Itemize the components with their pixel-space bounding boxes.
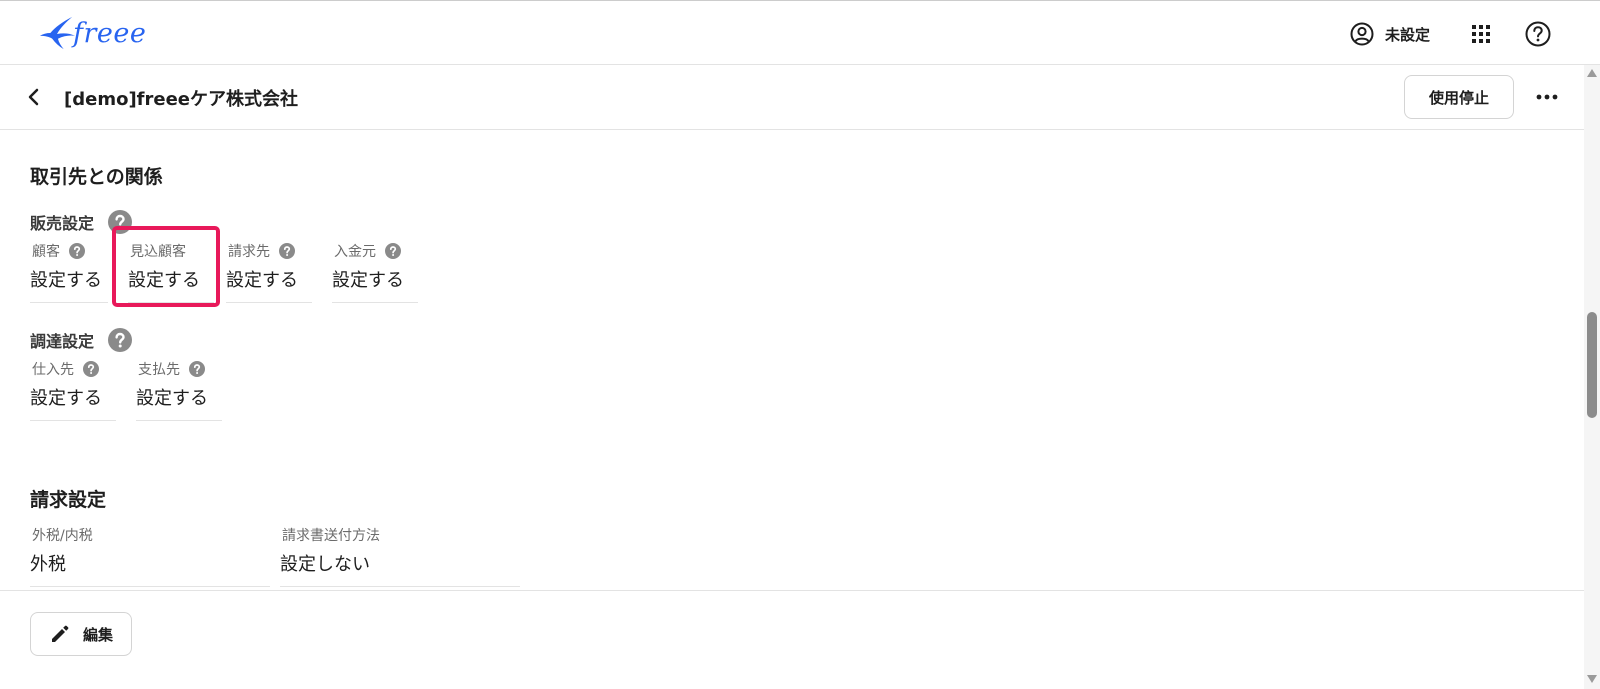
field-value: 設定する <box>30 388 102 409</box>
question-filled-icon[interactable] <box>69 243 85 259</box>
procurement-settings-label: 調達設定 <box>30 332 95 351</box>
stop-use-button[interactable]: 使用停止 <box>1404 75 1514 119</box>
field-value: 設定する <box>226 270 298 291</box>
scroll-up-arrow-icon[interactable] <box>1587 69 1597 77</box>
pencil-icon <box>51 625 69 642</box>
partner-detail-content: 取引先との関係 販売設定 顧客 設定する 見込顧客 設定する 請求先 設定する … <box>0 130 1584 590</box>
field-label: 請求書送付方法 <box>282 525 380 545</box>
apps-grid-icon[interactable] <box>1470 23 1492 45</box>
sales-settings-label: 販売設定 <box>30 214 95 233</box>
field-payee: 支払先 設定する <box>136 359 222 421</box>
question-filled-icon[interactable] <box>189 361 205 377</box>
field-label: 顧客 <box>32 241 85 261</box>
swallow-logo-icon <box>39 16 76 50</box>
field-value: 設定する <box>30 270 102 291</box>
field-tax-type: 外税/内税 外税 <box>30 525 270 587</box>
field-value: 設定しない <box>280 554 370 575</box>
billing-section-title: 請求設定 <box>30 489 107 511</box>
company-name: [demo]freeeケア株式会社 <box>64 89 298 110</box>
question-filled-icon[interactable] <box>108 328 133 352</box>
edit-button[interactable]: 編集 <box>30 612 132 656</box>
help-circle-icon[interactable] <box>1524 20 1552 48</box>
chevron-left-icon[interactable] <box>22 85 46 109</box>
app-header: freee 未設定 <box>0 0 1600 65</box>
field-value: 外税 <box>30 554 66 575</box>
relations-section-title: 取引先との関係 <box>30 166 163 188</box>
field-label-text: 入金元 <box>334 244 376 260</box>
field-label: 仕入先 <box>32 359 99 379</box>
more-horizontal-icon[interactable] <box>1533 85 1561 109</box>
question-filled-icon[interactable] <box>279 243 295 259</box>
field-invoice-delivery: 請求書送付方法 設定しない <box>280 525 520 587</box>
partner-header: [demo]freeeケア株式会社 使用停止 <box>0 65 1584 130</box>
field-value: 設定する <box>332 270 404 291</box>
field-label: 外税/内税 <box>32 525 93 545</box>
action-footer: 編集 <box>0 590 1584 689</box>
field-label: 入金元 <box>334 241 401 261</box>
scroll-down-arrow-icon[interactable] <box>1587 675 1597 683</box>
field-label: 支払先 <box>138 359 205 379</box>
account-circle-icon <box>1350 22 1374 46</box>
field-customer: 顧客 設定する <box>30 241 108 303</box>
freee-logo[interactable]: freee <box>38 11 158 55</box>
user-label: 未設定 <box>1385 25 1431 44</box>
field-label-text: 顧客 <box>32 244 60 260</box>
user-menu[interactable]: 未設定 <box>1349 20 1430 48</box>
question-filled-icon[interactable] <box>83 361 99 377</box>
field-billing-to: 請求先 設定する <box>226 241 312 303</box>
scrollbar-thumb[interactable] <box>1587 312 1597 418</box>
edit-button-label: 編集 <box>82 625 113 644</box>
field-label: 請求先 <box>228 241 295 261</box>
logo-text: freee <box>73 17 147 49</box>
field-value: 設定する <box>136 388 208 409</box>
question-filled-icon[interactable] <box>385 243 401 259</box>
procurement-settings-title: 調達設定 <box>30 328 133 352</box>
field-label-text: 仕入先 <box>32 362 74 378</box>
field-label-text: 請求書送付方法 <box>282 528 380 544</box>
highlight-box <box>112 226 220 307</box>
field-label-text: 請求先 <box>228 244 270 260</box>
field-label-text: 外税/内税 <box>32 528 93 544</box>
field-payment-from: 入金元 設定する <box>332 241 418 303</box>
field-supplier: 仕入先 設定する <box>30 359 116 421</box>
field-label-text: 支払先 <box>138 362 180 378</box>
page-scrollbar[interactable] <box>1584 65 1600 689</box>
